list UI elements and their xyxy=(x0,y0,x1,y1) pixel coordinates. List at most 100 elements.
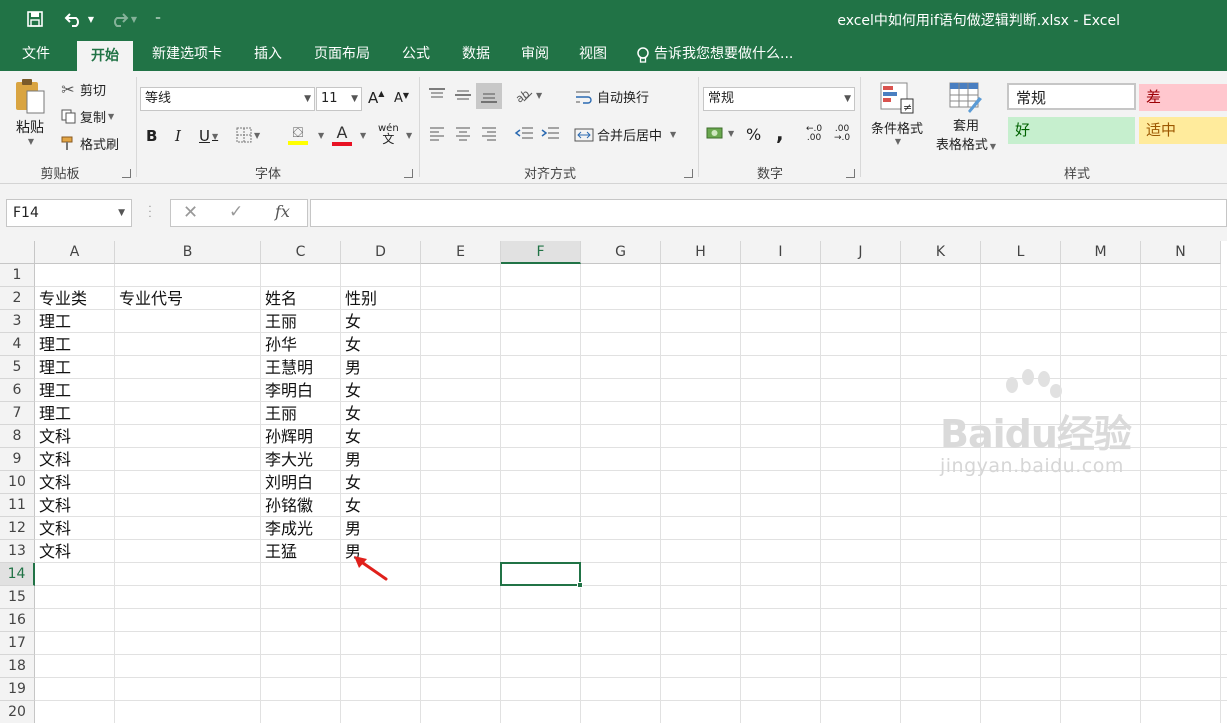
column-header-j[interactable]: J xyxy=(821,241,901,264)
undo-icon[interactable]: ▼ xyxy=(60,8,98,30)
bold-button[interactable]: B xyxy=(146,127,157,145)
tab-page-layout[interactable]: 页面布局 xyxy=(304,38,380,71)
cell-d11[interactable]: 女 xyxy=(341,494,421,517)
decrease-indent-button[interactable] xyxy=(514,125,534,141)
enter-icon[interactable]: ✓ xyxy=(229,202,243,222)
cell-c9[interactable]: 李大光 xyxy=(261,448,341,471)
column-header-i[interactable]: I xyxy=(741,241,821,264)
row-header-20[interactable]: 20 xyxy=(0,701,35,723)
copy-button[interactable]: 复制 ▼ xyxy=(58,106,114,126)
cut-button[interactable]: ✂ 剪切 xyxy=(58,79,106,99)
cell-c7[interactable]: 王丽 xyxy=(261,402,341,425)
tab-view[interactable]: 视图 xyxy=(570,38,616,71)
column-header-c[interactable]: C xyxy=(261,241,341,264)
column-header-e[interactable]: E xyxy=(421,241,501,264)
cell-a4[interactable]: 理工 xyxy=(35,333,115,356)
cell-c5[interactable]: 王慧明 xyxy=(261,356,341,379)
select-all-corner[interactable] xyxy=(0,241,35,264)
format-painter-button[interactable]: 格式刷 xyxy=(58,133,119,153)
cell-c2[interactable]: 姓名 xyxy=(261,287,341,310)
borders-button[interactable]: ▼ xyxy=(236,127,260,143)
italic-button[interactable]: I xyxy=(175,127,181,145)
font-launcher-icon[interactable] xyxy=(404,169,413,178)
number-format-select[interactable]: 常规 ▼ xyxy=(703,87,855,111)
conditional-formatting-button[interactable]: ≠ 条件格式 ▼ xyxy=(866,81,928,146)
cell-d9[interactable]: 男 xyxy=(341,448,421,471)
clipboard-launcher-icon[interactable] xyxy=(122,169,131,178)
comma-button[interactable]: , xyxy=(776,121,784,145)
accounting-format-button[interactable]: ▼ xyxy=(706,125,734,141)
name-box[interactable]: F14 ▼ xyxy=(6,199,132,227)
row-header-13[interactable]: 13 xyxy=(0,540,35,563)
cell-c12[interactable]: 李成光 xyxy=(261,517,341,540)
save-icon[interactable] xyxy=(22,8,48,30)
cell-a8[interactable]: 文科 xyxy=(35,425,115,448)
align-bottom-button[interactable] xyxy=(476,83,502,109)
tab-file[interactable]: 文件 xyxy=(10,38,62,71)
phonetic-dropdown[interactable]: ▼ xyxy=(406,131,412,140)
align-top-button[interactable] xyxy=(428,87,446,103)
worksheet-grid[interactable]: A B C D E F G H I J K L M N 1 2 3 4 5 6 7 8 9 10 11 12 13 14 15 16 17 1… xyxy=(0,241,1227,723)
style-good[interactable]: 好 xyxy=(1008,117,1135,144)
row-header-14[interactable]: 14 xyxy=(0,563,35,586)
column-header-b[interactable]: B xyxy=(115,241,261,264)
cell-b2[interactable]: 专业代号 xyxy=(115,287,261,310)
customize-quick-access-icon[interactable]: ⁼ xyxy=(150,8,166,30)
insert-function-icon[interactable]: fx xyxy=(275,202,290,221)
align-right-button[interactable] xyxy=(480,125,498,141)
formula-input[interactable] xyxy=(310,199,1227,227)
wrap-text-button[interactable]: 自动换行 xyxy=(574,87,649,106)
row-header-4[interactable]: 4 xyxy=(0,333,35,356)
column-header-a[interactable]: A xyxy=(35,241,115,264)
row-header-6[interactable]: 6 xyxy=(0,379,35,402)
tab-insert[interactable]: 插入 xyxy=(246,38,290,71)
cell-a10[interactable]: 文科 xyxy=(35,471,115,494)
tab-formulas[interactable]: 公式 xyxy=(392,38,440,71)
font-size-select[interactable]: 11 ▼ xyxy=(316,87,362,111)
row-header-8[interactable]: 8 xyxy=(0,425,35,448)
column-header-l[interactable]: L xyxy=(981,241,1061,264)
font-name-select[interactable]: 等线 ▼ xyxy=(140,87,315,111)
percent-button[interactable]: % xyxy=(746,125,761,144)
row-header-18[interactable]: 18 xyxy=(0,655,35,678)
cell-d12[interactable]: 男 xyxy=(341,517,421,540)
drag-handle-icon[interactable]: · · · xyxy=(148,203,152,223)
cell-a5[interactable]: 理工 xyxy=(35,356,115,379)
column-header-n[interactable]: N xyxy=(1141,241,1221,264)
cell-c3[interactable]: 王丽 xyxy=(261,310,341,333)
cell-d10[interactable]: 女 xyxy=(341,471,421,494)
align-middle-button[interactable] xyxy=(454,87,472,103)
cell-c10[interactable]: 刘明白 xyxy=(261,471,341,494)
row-header-16[interactable]: 16 xyxy=(0,609,35,632)
fill-color-button[interactable]: ⛋ xyxy=(288,125,308,145)
cancel-icon[interactable]: ✕ xyxy=(183,202,198,223)
align-left-button[interactable] xyxy=(428,125,446,141)
redo-icon[interactable]: ▼ xyxy=(104,8,140,30)
increase-indent-button[interactable] xyxy=(540,125,560,141)
style-neutral[interactable]: 适中 xyxy=(1139,117,1227,144)
row-header-3[interactable]: 3 xyxy=(0,310,35,333)
column-header-k[interactable]: K xyxy=(901,241,981,264)
cell-d4[interactable]: 女 xyxy=(341,333,421,356)
cell-c6[interactable]: 李明白 xyxy=(261,379,341,402)
cell-a9[interactable]: 文科 xyxy=(35,448,115,471)
cell-c13[interactable]: 王猛 xyxy=(261,540,341,563)
fill-color-dropdown[interactable]: ▼ xyxy=(318,131,324,140)
cell-c11[interactable]: 孙铭徽 xyxy=(261,494,341,517)
phonetic-guide-button[interactable]: wén 文 xyxy=(378,124,399,146)
row-header-10[interactable]: 10 xyxy=(0,471,35,494)
row-header-19[interactable]: 19 xyxy=(0,678,35,701)
cell-a7[interactable]: 理工 xyxy=(35,402,115,425)
column-header-h[interactable]: H xyxy=(661,241,741,264)
column-header-d[interactable]: D xyxy=(341,241,421,264)
row-header-5[interactable]: 5 xyxy=(0,356,35,379)
row-header-1[interactable]: 1 xyxy=(0,264,35,287)
row-header-9[interactable]: 9 xyxy=(0,448,35,471)
cell-c4[interactable]: 孙华 xyxy=(261,333,341,356)
number-launcher-icon[interactable] xyxy=(846,169,855,178)
paste-button[interactable]: 粘贴 ▼ xyxy=(10,77,50,157)
align-center-button[interactable] xyxy=(454,125,472,141)
row-header-15[interactable]: 15 xyxy=(0,586,35,609)
decrease-decimal-button[interactable]: .00 →.0 xyxy=(834,125,850,143)
tab-home[interactable]: 开始 xyxy=(77,41,133,71)
